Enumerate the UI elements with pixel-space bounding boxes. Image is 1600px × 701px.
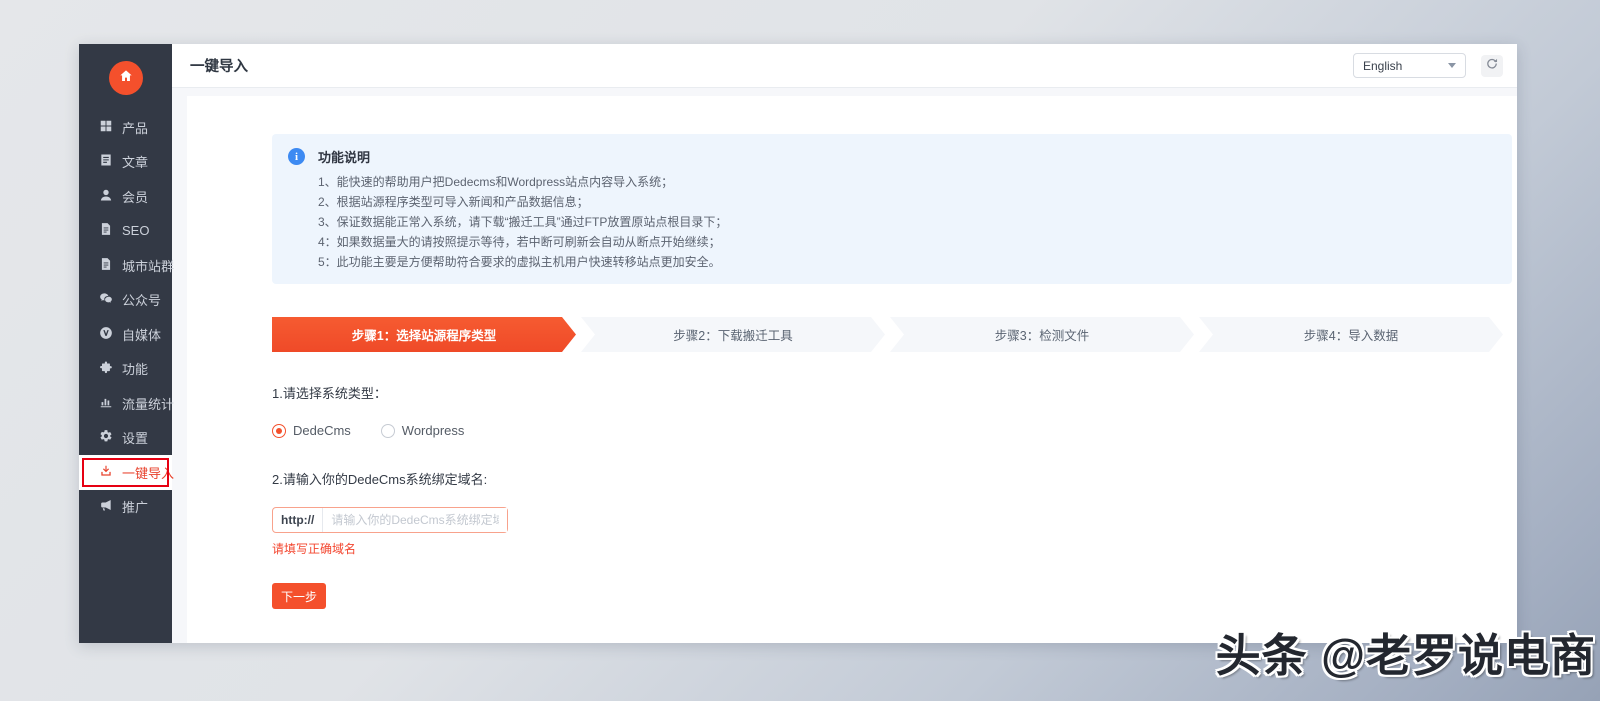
notice-line: 1、能快速的帮助用户把Dedecms和Wordpress站点内容导入系统； [318, 172, 727, 192]
notice-body: 功能说明 1、能快速的帮助用户把Dedecms和Wordpress站点内容导入系… [318, 147, 727, 272]
language-select-value: English [1363, 59, 1402, 73]
radio-circle-icon [381, 424, 395, 438]
sidebar-item[interactable]: 文章 [79, 145, 172, 180]
sidebar-item[interactable]: 会员 [79, 179, 172, 214]
main-area: 一键导入 English i 功能说明 [172, 44, 1517, 643]
wechat-icon [99, 291, 113, 308]
sidebar-item[interactable]: 自媒体 [79, 317, 172, 352]
sidebar-item-label: SEO [122, 223, 149, 238]
sidebar-item-label: 一键导入 [122, 463, 174, 482]
sidebar-nav: 产品 文章 会员 SEO [79, 110, 172, 524]
notice-line: 3、保证数据能正常入系统，请下载“搬迁工具”通过FTP放置原站点根目录下； [318, 212, 727, 232]
import-icon [99, 464, 113, 481]
topbar: 一键导入 English [172, 44, 1517, 88]
sidebar-item[interactable]: 推广 [79, 490, 172, 525]
refresh-icon [1485, 57, 1499, 74]
sidebar-item-label: 城市站群 [122, 256, 174, 275]
sidebar-item[interactable]: 功能 [79, 352, 172, 387]
file-icon [99, 257, 113, 274]
error-message: 请填写正确域名 [272, 540, 1512, 557]
file-icon [99, 222, 113, 239]
puzzle-icon [99, 360, 113, 377]
topbar-right: English [1353, 53, 1503, 78]
next-step-button[interactable]: 下一步 [272, 583, 326, 609]
radio-option[interactable]: DedeCms [272, 423, 351, 438]
step-label: 步骤3：检测文件 [995, 325, 1089, 344]
gear-icon [99, 429, 113, 446]
sidebar-item[interactable]: 设置 [79, 421, 172, 456]
radio-option[interactable]: Wordpress [381, 423, 465, 438]
sidebar-item-label: 流量统计 [122, 394, 174, 413]
step-label: 步骤1：选择站源程序类型 [352, 325, 496, 344]
notice-box: i 功能说明 1、能快速的帮助用户把Dedecms和Wordpress站点内容导… [272, 134, 1512, 284]
sidebar-item[interactable]: 公众号 [79, 283, 172, 318]
step-label: 步骤2：下载搬迁工具 [673, 325, 792, 344]
grid-icon [99, 119, 113, 136]
chart-icon [99, 395, 113, 412]
radio-circle-icon [272, 424, 286, 438]
sidebar-item[interactable]: 流量统计 [79, 386, 172, 421]
system-type-radios: DedeCms Wordpress [272, 423, 1512, 438]
sidebar-item-label: 设置 [122, 428, 148, 447]
sidebar-item[interactable]: SEO [79, 214, 172, 249]
sidebar-item-label: 文章 [122, 152, 148, 171]
step-segment: 步骤4：导入数据 [1199, 317, 1503, 352]
page-title: 一键导入 [190, 55, 248, 76]
step-segment: 步骤1：选择站源程序类型 [272, 317, 576, 352]
promote-icon [99, 498, 113, 515]
notice-title: 功能说明 [318, 147, 727, 166]
info-icon: i [288, 148, 305, 165]
system-type-label: 1.请选择系统类型： [272, 383, 1512, 402]
sidebar-item-label: 产品 [122, 118, 148, 137]
home-button[interactable] [109, 61, 143, 95]
sidebar-item-label: 推广 [122, 497, 148, 516]
content-background: i 功能说明 1、能快速的帮助用户把Dedecms和Wordpress站点内容导… [172, 88, 1517, 643]
sidebar-item[interactable]: 城市站群 [79, 248, 172, 283]
url-prefix-label: http:// [273, 508, 323, 532]
notice-line: 5：此功能主要是方便帮助符合要求的虚拟主机用户快速转移站点更加安全。 [318, 252, 727, 272]
member-icon [99, 188, 113, 205]
domain-label: 2.请输入你的DedeCms系统绑定域名: [272, 469, 1512, 488]
media-v-icon [99, 326, 113, 343]
chevron-down-icon [1448, 63, 1456, 68]
sidebar-item-label: 公众号 [122, 290, 161, 309]
notice-line: 2、根据站源程序类型可导入新闻和产品数据信息； [318, 192, 727, 212]
step-label: 步骤4：导入数据 [1304, 325, 1398, 344]
sidebar-item[interactable]: 产品 [79, 110, 172, 145]
language-select[interactable]: English [1353, 53, 1466, 78]
sidebar-item-label: 会员 [122, 187, 148, 206]
radio-label: DedeCms [293, 423, 351, 438]
sidebar-item-label: 功能 [122, 359, 148, 378]
notice-lines: 1、能快速的帮助用户把Dedecms和Wordpress站点内容导入系统； 2、… [318, 172, 727, 272]
app-window: 产品 文章 会员 SEO [79, 44, 1517, 643]
step-segment: 步骤3：检测文件 [890, 317, 1194, 352]
content-panel: i 功能说明 1、能快速的帮助用户把Dedecms和Wordpress站点内容导… [187, 96, 1517, 643]
sidebar-item-label: 自媒体 [122, 325, 161, 344]
home-icon [118, 68, 134, 89]
sidebar: 产品 文章 会员 SEO [79, 44, 172, 643]
article-icon [99, 153, 113, 170]
watermark-text: 头条 @老罗说电商 [1216, 619, 1596, 684]
domain-input[interactable] [323, 508, 507, 532]
notice-line: 4：如果数据量大的请按照提示等待，若中断可刷新会自动从断点开始继续； [318, 232, 727, 252]
domain-input-group: http:// [272, 507, 508, 533]
refresh-button[interactable] [1481, 55, 1503, 77]
radio-label: Wordpress [402, 423, 465, 438]
sidebar-item[interactable]: 一键导入 [79, 455, 172, 490]
step-segment: 步骤2：下载搬迁工具 [581, 317, 885, 352]
step-indicator: 步骤1：选择站源程序类型 步骤2：下载搬迁工具 步骤3：检测文件 步骤4：导入数… [272, 317, 1503, 352]
